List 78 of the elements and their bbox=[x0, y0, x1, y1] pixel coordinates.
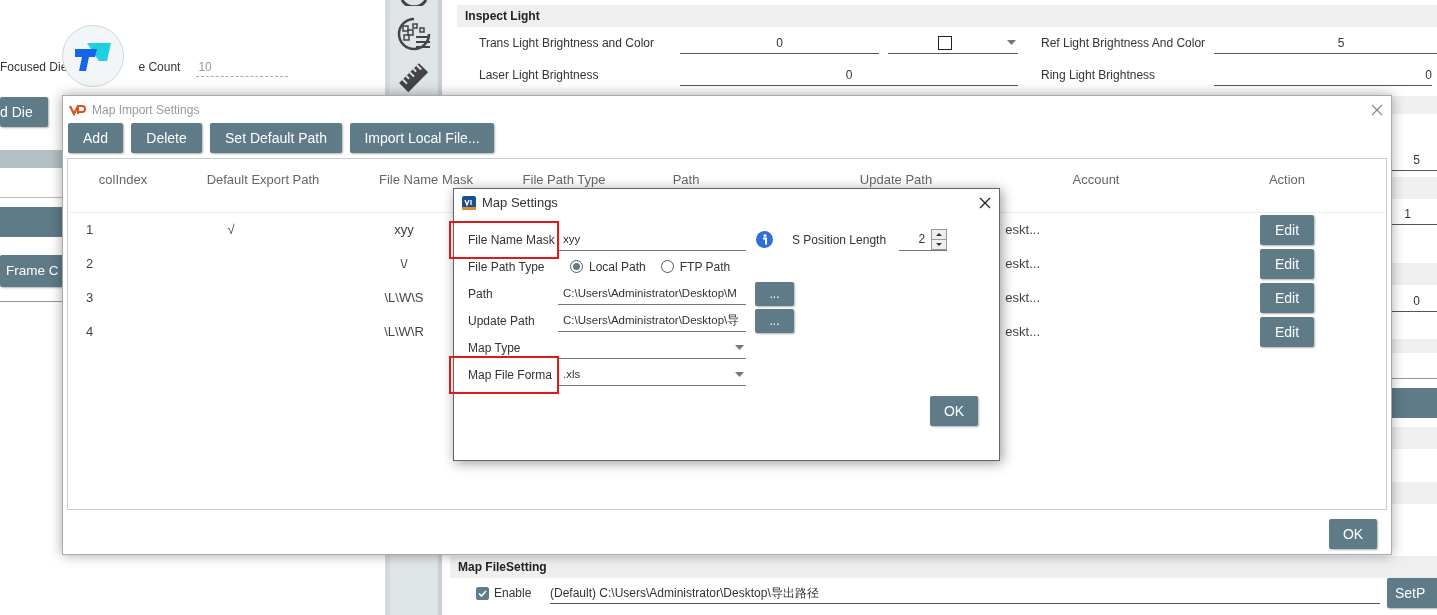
edit-button[interactable]: Edit bbox=[1260, 215, 1314, 245]
value-field[interactable]: 0 bbox=[680, 64, 1018, 86]
grid-list-icon bbox=[396, 16, 432, 52]
radio-option[interactable]: FTP Path bbox=[660, 257, 731, 276]
field-label: Path bbox=[468, 286, 493, 301]
table-cell: eskt... bbox=[1005, 256, 1040, 272]
edit-button[interactable]: Edit bbox=[1260, 283, 1314, 313]
field-label: e Count bbox=[138, 59, 181, 76]
field-label: File Name Mask bbox=[468, 232, 555, 247]
radio-option[interactable]: Local Path bbox=[570, 257, 646, 276]
number-spinner[interactable]: 2 bbox=[899, 228, 948, 251]
ok-button[interactable]: OK bbox=[1329, 519, 1377, 549]
edit-button[interactable]: Edit bbox=[1260, 249, 1314, 279]
table-cell: \L\W\S bbox=[384, 290, 424, 306]
value-field[interactable]: 5 bbox=[1214, 32, 1437, 54]
logo-icon bbox=[69, 103, 86, 116]
ok-button[interactable]: OK bbox=[930, 396, 978, 426]
toolbar-button[interactable]: Set Default Path bbox=[210, 123, 342, 153]
section-header: Inspect Light bbox=[457, 5, 1437, 27]
table-cell: 4 bbox=[86, 324, 94, 340]
toolbar-button[interactable]: Add bbox=[68, 123, 123, 153]
field-label: File Path Type bbox=[468, 259, 545, 274]
table-cell: 2 bbox=[86, 256, 94, 272]
checkbox-label: Enable bbox=[494, 585, 533, 602]
column-header: Action bbox=[1268, 172, 1306, 187]
section-header: Map FileSetting bbox=[450, 556, 1437, 578]
select-value: .xls bbox=[563, 367, 581, 382]
value-field[interactable]: 0 bbox=[680, 32, 879, 54]
path-field[interactable]: (Default) C:\Users\Administrator\Desktop\导出路径 bbox=[550, 582, 1380, 604]
table-cell: eskt... bbox=[1005, 290, 1040, 306]
table-cell: xyy bbox=[394, 222, 414, 238]
table-cell: \/ bbox=[400, 256, 408, 272]
table-cell: 1 bbox=[86, 222, 94, 238]
column-header: File Path Type bbox=[522, 172, 606, 187]
info-icon bbox=[756, 231, 773, 248]
toolbar-button[interactable]: Import Local File... bbox=[350, 123, 494, 153]
field-label: Ring Light Brightness bbox=[1041, 67, 1157, 84]
count-field[interactable]: 10 bbox=[196, 57, 289, 77]
field-label: Map Type bbox=[468, 340, 521, 355]
path-field[interactable]: C:\Users\Administrator\Desktop\M bbox=[558, 282, 746, 305]
panel-button[interactable]: d Die bbox=[0, 97, 48, 127]
table-cell: \L\W\R bbox=[384, 324, 424, 340]
close-icon[interactable] bbox=[979, 196, 991, 209]
column-header: File Name Mask bbox=[379, 172, 473, 187]
caret-icon bbox=[735, 371, 744, 377]
table-cell: 3 bbox=[86, 290, 94, 306]
toolbar-button[interactable]: Delete bbox=[131, 123, 202, 153]
table-cell: eskt... bbox=[1005, 324, 1040, 340]
window-title: Map Settings bbox=[482, 193, 558, 212]
browse-button[interactable]: ... bbox=[755, 281, 794, 306]
caret-icon bbox=[1007, 40, 1016, 45]
path-field[interactable]: C:\Users\Administrator\Desktop\导 bbox=[558, 309, 746, 332]
spinner-value: 2 bbox=[917, 231, 926, 248]
column-header: Update Path bbox=[859, 172, 933, 187]
field-label: Map File Forma bbox=[468, 367, 553, 382]
setpath-button[interactable]: SetP bbox=[1387, 578, 1437, 608]
table-cell: eskt... bbox=[1005, 222, 1040, 238]
text-field[interactable]: xyy bbox=[558, 228, 746, 251]
field-label: S Position Length bbox=[792, 231, 887, 249]
checkbox[interactable] bbox=[476, 586, 489, 600]
column-header: Default Export Path bbox=[206, 172, 320, 187]
value-field[interactable]: 0 bbox=[1214, 64, 1432, 86]
field-label: Trans Light Brightness and Color bbox=[479, 35, 655, 52]
window-title: Map Import Settings bbox=[92, 101, 200, 119]
checkbox[interactable] bbox=[938, 35, 952, 50]
field-label: Ref Light Brightness And Color bbox=[1041, 35, 1207, 52]
caret-icon bbox=[735, 344, 744, 350]
table-cell: √ bbox=[227, 222, 235, 238]
field-label: Laser Light Brightness bbox=[479, 67, 600, 84]
field-label: Update Path bbox=[468, 313, 535, 328]
select-field[interactable]: .xls bbox=[558, 363, 746, 386]
logo-icon bbox=[462, 195, 476, 210]
column-header: Account bbox=[1072, 172, 1120, 187]
browse-button[interactable]: ... bbox=[755, 308, 794, 333]
column-header: Path bbox=[672, 172, 700, 187]
spinner-arrows-icon[interactable] bbox=[931, 228, 948, 250]
edit-button[interactable]: Edit bbox=[1260, 317, 1314, 347]
column-header: colIndex bbox=[98, 172, 148, 187]
